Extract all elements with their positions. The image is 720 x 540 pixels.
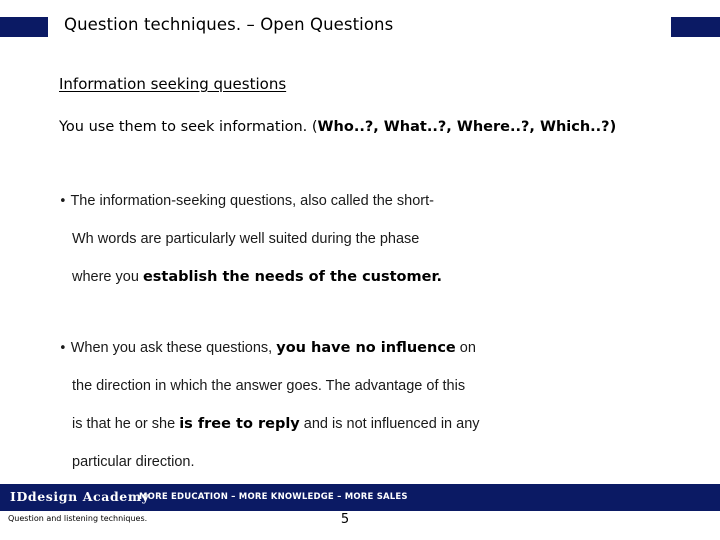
bullet-line: Wh words are particularly well suited du… [59,220,679,258]
intro-bold-examples: Who..?, What..?, Where..?, Which..?) [317,119,617,135]
bullet-line-text: is that he or she [72,416,180,432]
bullet-line-text: Wh words are particularly well suited du… [72,231,420,247]
brand-tagline: MORE EDUCATION – MORE KNOWLEDGE – MORE S… [139,492,408,502]
page-number: 5 [340,512,350,527]
bullet-line: where you establish the needs of the cus… [59,258,679,296]
bullet-line: • The information-seeking questions, als… [59,182,679,220]
slide-header: Question techniques. – Open Questions [0,0,720,54]
bullet-line-text: the direction in which the answer goes. … [72,378,466,394]
bullet-line: • When you ask these questions, you have… [59,329,679,367]
intro-paragraph: You use them to seek information. (Who..… [59,112,659,143]
bullet-block-1: • The information-seeking questions, als… [59,182,679,296]
slide: Question techniques. – Open Questions In… [0,0,720,540]
bullet-line-emphasis: establish the needs of the customer. [142,269,443,285]
bullet-line-tail: and is not influenced in any [299,416,480,432]
bullet-line-emphasis: is free to reply [179,416,300,432]
intro-plain-text: You use them to seek information. ( [59,119,318,135]
header-accent-bar-left [0,17,48,37]
bullet-line-tail: on [455,340,476,356]
page-title: Question techniques. – Open Questions [64,15,394,34]
slide-body: Information seeking questions You use th… [0,54,720,484]
section-heading: Information seeking questions [59,75,287,93]
brand-name: IDdesign Academy [10,489,150,504]
footer-bar: IDdesign Academy MORE EDUCATION – MORE K… [0,484,720,511]
bullet-marker-icon: • [59,194,67,209]
bullet-marker-icon: • [59,341,67,356]
bullet-line-text: When you ask these questions, [70,340,277,356]
bullet-line-text: particular direction. [72,454,195,470]
bullet-line-emphasis: you have no influence [276,340,456,356]
bullet-line: is that he or she is free to reply and i… [59,405,679,443]
bullet-line-text: where you [72,269,143,285]
bullet-line: particular direction. [59,443,679,481]
bullet-block-2: • When you ask these questions, you have… [59,329,679,481]
header-accent-bar-right [671,17,720,37]
bullet-line: the direction in which the answer goes. … [59,367,679,405]
bullet-line-text: The information-seeking questions, also … [70,193,434,209]
